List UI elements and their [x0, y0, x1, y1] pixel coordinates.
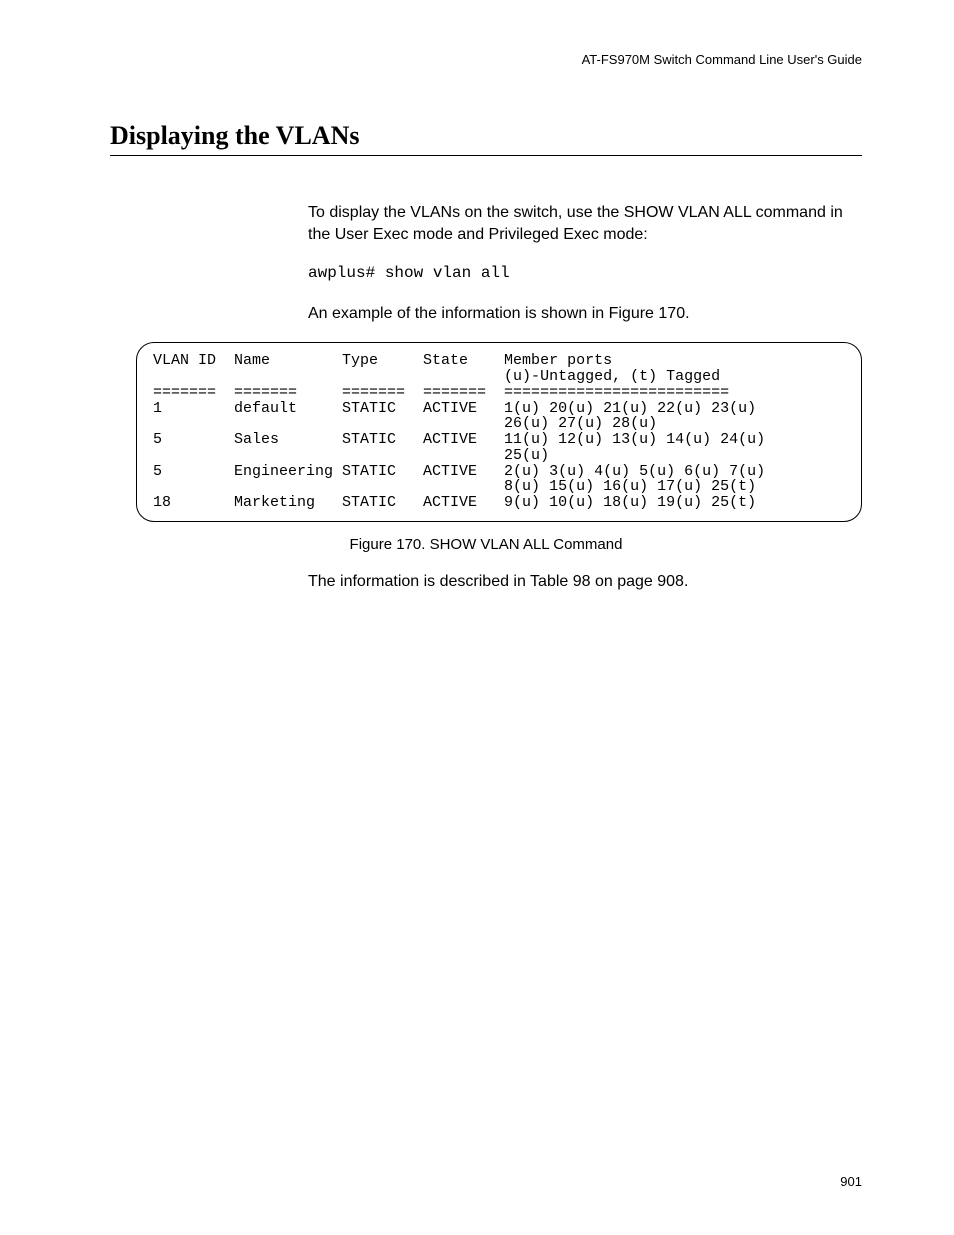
- example-paragraph: An example of the information is shown i…: [308, 303, 862, 325]
- figure-caption: Figure 170. SHOW VLAN ALL Command: [110, 536, 862, 553]
- page-number: 901: [840, 1174, 862, 1189]
- closing-paragraph: The information is described in Table 98…: [308, 571, 862, 593]
- closing-block: The information is described in Table 98…: [308, 571, 862, 593]
- body-block: To display the VLANs on the switch, use …: [308, 202, 862, 324]
- command-line: awplus# show vlan all: [308, 263, 862, 285]
- running-head: AT-FS970M Switch Command Line User's Gui…: [110, 52, 862, 67]
- intro-paragraph: To display the VLANs on the switch, use …: [308, 202, 862, 245]
- section-title: Displaying the VLANs: [110, 121, 862, 156]
- vlan-output-box: VLAN ID Name Type State Member ports (u)…: [136, 342, 862, 522]
- page: AT-FS970M Switch Command Line User's Gui…: [0, 0, 954, 1235]
